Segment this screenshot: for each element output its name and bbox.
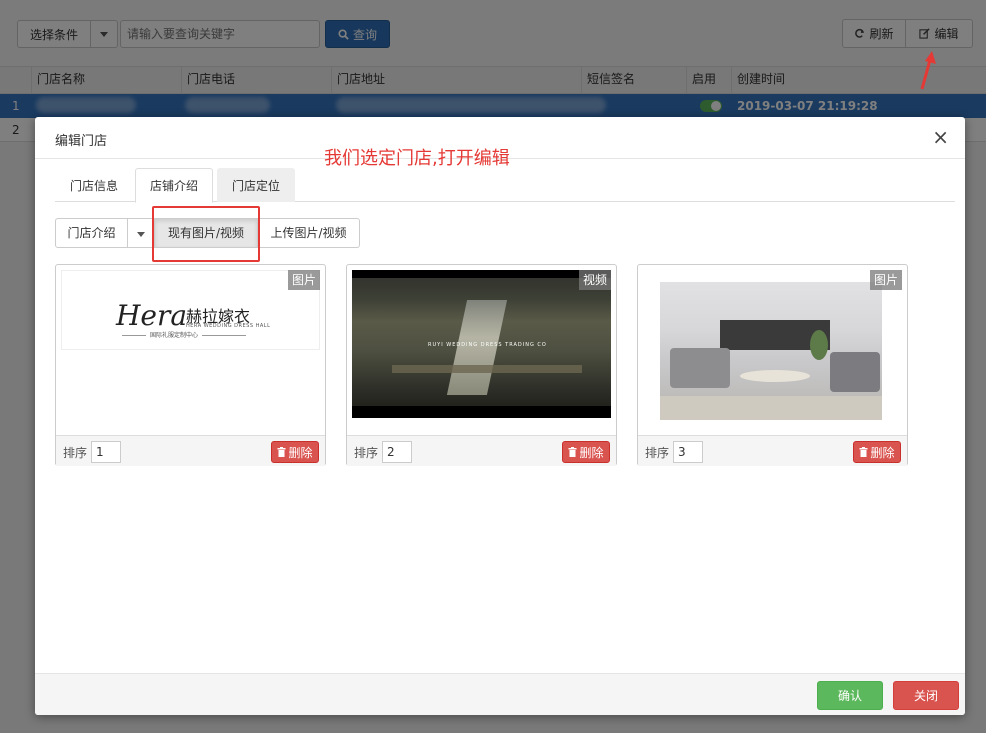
interior-floor-rug xyxy=(660,396,882,420)
arrow-annotation-icon xyxy=(920,51,936,90)
upload-media-button[interactable]: 上传图片/视频 xyxy=(257,218,360,248)
media-card: RUYI WEDDING DRESS TRADING CO 视频 排序 删除 xyxy=(346,264,617,466)
interior-sofa-right xyxy=(830,352,880,392)
media-card-footer: 排序 删除 xyxy=(347,435,616,466)
interior-plant xyxy=(810,330,828,360)
media-card: 图片 排序 删除 xyxy=(637,264,908,466)
sort-label: 排序 xyxy=(645,446,670,460)
tab-shop-intro[interactable]: 店铺介绍 xyxy=(135,168,214,203)
highlight-box-annotation xyxy=(152,206,260,262)
tab-store-info[interactable]: 门店信息 xyxy=(55,168,133,202)
trash-icon xyxy=(568,447,577,457)
delete-media-button[interactable]: 删除 xyxy=(853,441,901,463)
logo-script-text: Hera xyxy=(116,299,188,332)
interior-ceiling xyxy=(660,270,882,282)
delete-media-button[interactable]: 删除 xyxy=(271,441,319,463)
modal-footer: 确认 关闭 xyxy=(35,673,965,715)
confirm-button[interactable]: 确认 xyxy=(817,681,883,710)
video-letterbox-bar xyxy=(352,406,611,418)
modal-tabs: 门店信息 店铺介绍 门店定位 xyxy=(55,168,955,203)
media-video-city-aerial[interactable]: RUYI WEDDING DRESS TRADING CO xyxy=(352,270,611,418)
tab-store-location[interactable]: 门店定位 xyxy=(217,168,296,202)
store-intro-dropdown-toggle[interactable] xyxy=(127,218,155,248)
delete-media-button[interactable]: 删除 xyxy=(562,441,610,463)
trash-icon xyxy=(277,447,286,457)
media-image-interior[interactable] xyxy=(660,270,882,420)
store-intro-dropdown-button[interactable]: 门店介绍 xyxy=(55,218,128,248)
sort-label: 排序 xyxy=(63,446,88,460)
video-bridge-shape xyxy=(392,365,582,373)
media-type-badge: 图片 xyxy=(870,270,902,290)
sort-order-input[interactable] xyxy=(91,441,121,463)
annotation-text: 我们选定门店,打开编辑 xyxy=(324,148,510,169)
close-icon[interactable]: × xyxy=(932,127,949,147)
edit-store-modal: 编辑门店 × 我们选定门店,打开编辑 门店信息 店铺介绍 门店定位 门店介绍 现… xyxy=(35,117,965,715)
logo-subtitle-text: 国际礼服定制中心 xyxy=(146,330,203,339)
close-modal-button[interactable]: 关闭 xyxy=(893,681,959,710)
media-card-footer: 排序 删除 xyxy=(638,435,907,466)
media-card-footer: 排序 删除 xyxy=(56,435,325,466)
delete-label: 删除 xyxy=(288,445,313,460)
media-card: Hera 赫拉嫁衣 HERA WEDDING DRESS HALL 国际礼服定制… xyxy=(55,264,326,466)
logo-english-text: HERA WEDDING DRESS HALL xyxy=(186,323,271,329)
delete-label: 删除 xyxy=(870,445,895,460)
video-caption-text: RUYI WEDDING DRESS TRADING CO xyxy=(428,342,547,348)
sort-order-input[interactable] xyxy=(673,441,703,463)
media-type-badge: 视频 xyxy=(579,270,611,290)
media-type-badge: 图片 xyxy=(288,270,320,290)
chevron-down-icon xyxy=(137,232,145,237)
video-letterbox-bar-top xyxy=(352,270,611,278)
interior-coffee-table xyxy=(740,370,810,382)
media-image-hera-logo[interactable]: Hera 赫拉嫁衣 HERA WEDDING DRESS HALL 国际礼服定制… xyxy=(61,270,320,350)
trash-icon xyxy=(859,447,868,457)
modal-title: 编辑门店 xyxy=(55,134,108,149)
sort-label: 排序 xyxy=(354,446,379,460)
delete-label: 删除 xyxy=(579,445,604,460)
sort-order-input[interactable] xyxy=(382,441,412,463)
interior-sofa-left xyxy=(670,348,730,388)
